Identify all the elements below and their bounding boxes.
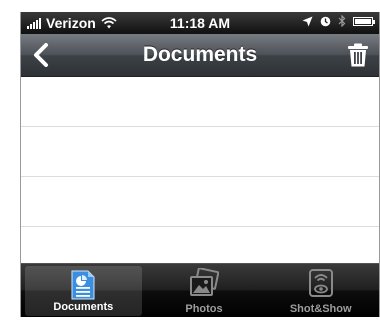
battery-icon: [353, 16, 375, 26]
list-item[interactable]: [21, 177, 379, 227]
navigation-bar: Documents: [21, 34, 379, 77]
tab-bar: Documents Photos Shot&Show: [21, 263, 379, 317]
tab-label: Shot&Show: [289, 303, 352, 315]
status-bar: Verizon 11:18 AM: [21, 12, 379, 34]
alarm-icon: [320, 16, 331, 26]
photos-icon: [190, 268, 219, 296]
phone-screen: Verizon 11:18 AM Documents Documents Pho…: [20, 12, 380, 317]
page-title: Documents: [142, 43, 258, 66]
documents-list: [21, 77, 379, 277]
tab-label: Photos: [185, 303, 223, 315]
status-icons: [302, 15, 375, 27]
trash-icon[interactable]: [347, 43, 369, 67]
bluetooth-icon: [338, 15, 346, 27]
tab-photos[interactable]: Photos: [146, 264, 263, 317]
location-arrow-icon: [302, 16, 313, 26]
shot-show-icon: [308, 269, 333, 297]
document-icon: [71, 270, 95, 300]
tab-label: Documents: [53, 301, 114, 313]
list-item[interactable]: [21, 127, 379, 177]
list-item[interactable]: [21, 77, 379, 127]
tab-documents[interactable]: Documents: [25, 266, 142, 316]
tab-shot-show[interactable]: Shot&Show: [262, 264, 379, 317]
